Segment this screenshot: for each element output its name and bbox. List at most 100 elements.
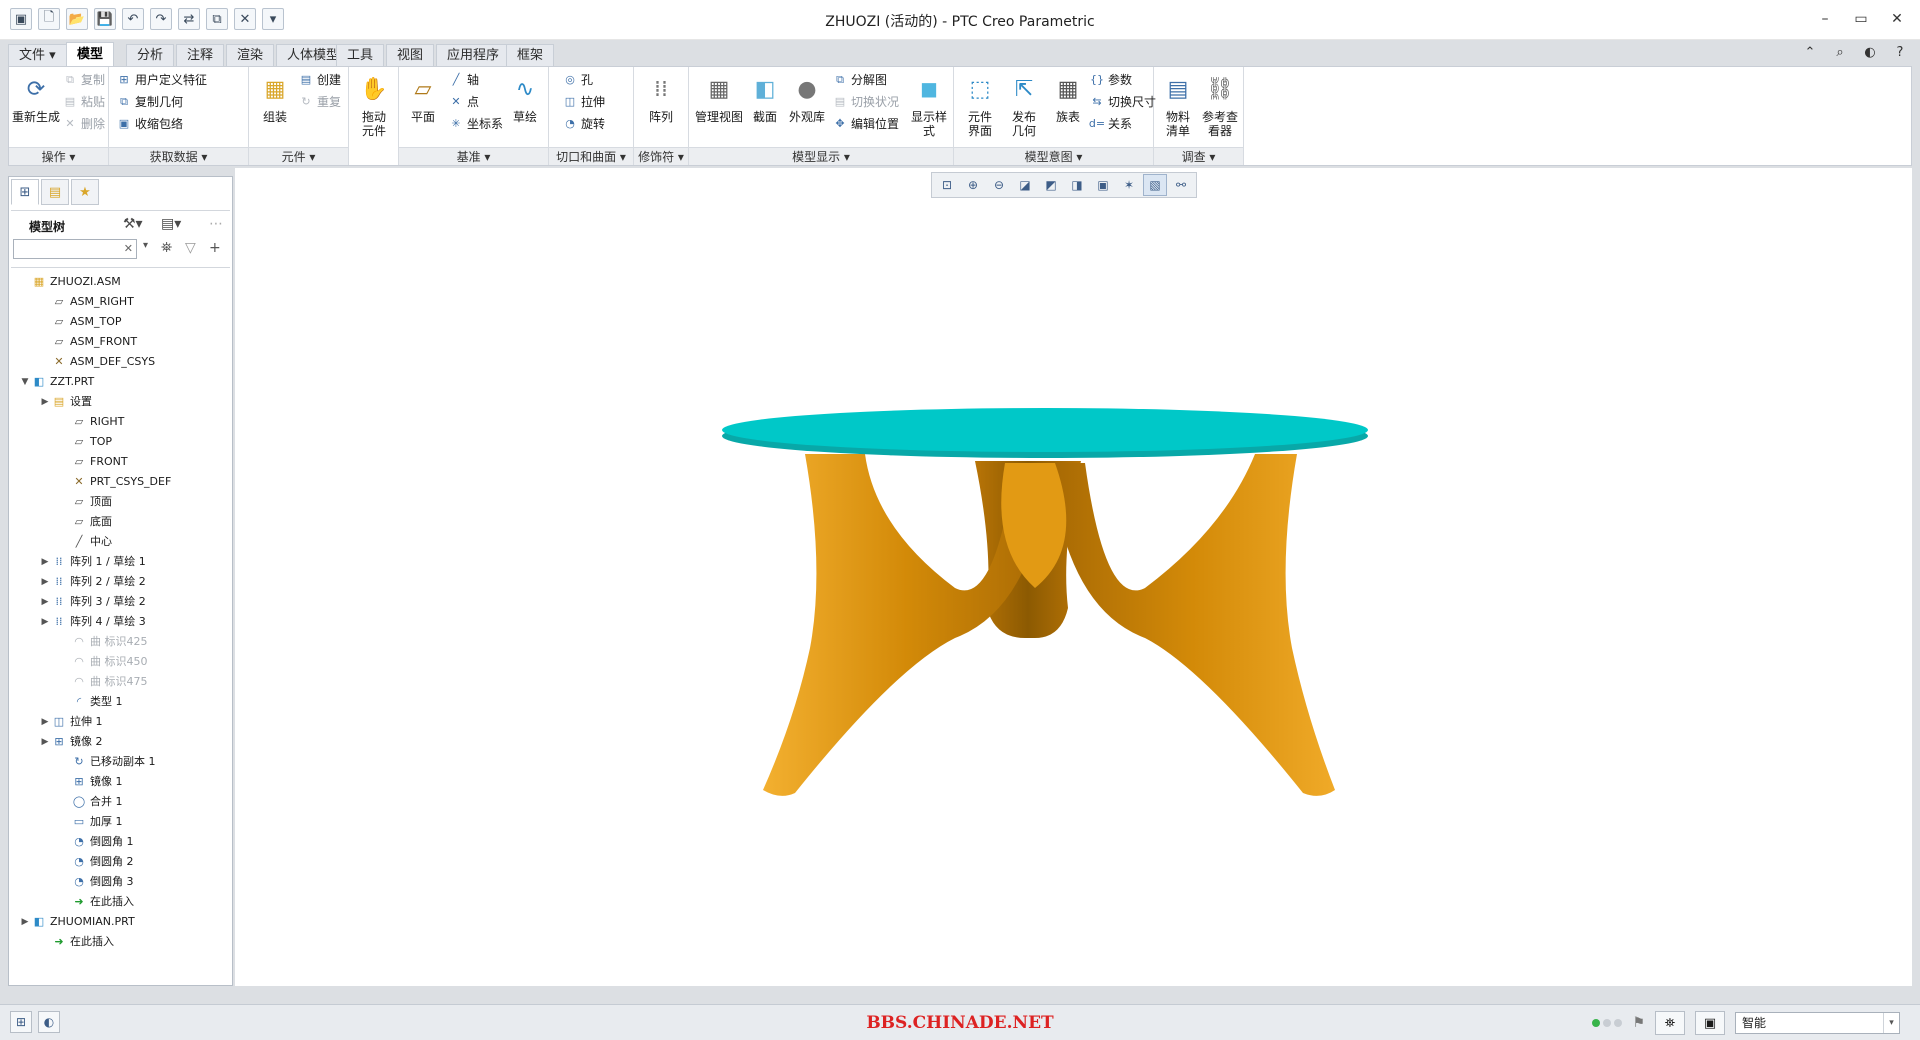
tree-item[interactable]: ◠ 曲 标识425 — [11, 632, 230, 652]
tree-item[interactable]: ▱ ASM_RIGHT — [11, 292, 230, 312]
switch-dims-button[interactable]: ⇆ 切换尺寸 — [1090, 93, 1156, 111]
tab-favorites[interactable]: ★ — [71, 179, 99, 205]
drag-component-button[interactable]: ✋ 拖动 元件 — [352, 73, 396, 139]
tree-item[interactable]: ➜ 在此插入 — [11, 932, 230, 952]
component-interface-button[interactable]: ⬚ 元件 界面 — [958, 73, 1002, 139]
tree-item[interactable]: ▱ 底面 — [11, 512, 230, 532]
tab-0[interactable]: 文件 ▾ — [8, 44, 67, 66]
tab-2[interactable]: 分析 — [126, 44, 175, 66]
hole-button[interactable]: ◎ 孔 — [563, 71, 593, 89]
tree-item[interactable]: ▱ FRONT — [11, 452, 230, 472]
tree-item[interactable]: ◜ 类型 1 — [11, 692, 230, 712]
copy-geometry-button[interactable]: ⧉ 复制几何 — [117, 93, 183, 111]
shrinkwrap-button[interactable]: ▣ 收缩包络 — [117, 115, 183, 133]
expand-toggle-icon[interactable]: ▼ — [19, 372, 31, 392]
group-label-datum[interactable]: 基准 ▾ — [399, 147, 548, 165]
tab-model-tree[interactable]: ⊞ — [11, 179, 39, 205]
section-button[interactable]: ◧ 截面 — [745, 73, 785, 125]
expand-toggle-icon[interactable]: ▶ — [39, 592, 51, 612]
perspective-icon[interactable]: ▣ — [1091, 174, 1115, 196]
tree-item[interactable]: ▭ 加厚 1 — [11, 812, 230, 832]
repaint-icon[interactable]: ◪ — [1013, 174, 1037, 196]
csys-button[interactable]: ✳ 坐标系 — [449, 115, 503, 133]
tree-item[interactable]: ◔ 倒圆角 2 — [11, 852, 230, 872]
group-label-operations[interactable]: 操作 ▾ — [9, 147, 108, 165]
reference-viewer-button[interactable]: ⛓ 参考查 看器 — [1198, 73, 1242, 139]
tree-item[interactable]: ▱ ASM_TOP — [11, 312, 230, 332]
delete-button[interactable]: ✕ 删除 — [63, 115, 105, 133]
tree-item[interactable]: ◔ 倒圆角 3 — [11, 872, 230, 892]
tree-item[interactable]: ▦ ZHUOZI.ASM — [11, 272, 230, 292]
explode-button[interactable]: ⧉ 分解图 — [833, 71, 887, 89]
extrude-button[interactable]: ◫ 拉伸 — [563, 93, 605, 111]
repeat-button[interactable]: ↻ 重复 — [299, 93, 341, 111]
expand-toggle-icon[interactable]: ▶ — [39, 732, 51, 752]
sketch-button[interactable]: ∿ 草绘 — [503, 73, 547, 125]
search-dropdown-icon[interactable]: ▾ — [143, 240, 148, 251]
maximize-button[interactable]: ▭ — [1848, 8, 1874, 30]
tab-1[interactable]: 模型 — [66, 42, 115, 66]
tab-8[interactable]: 应用程序 — [436, 44, 511, 66]
expand-toggle-icon[interactable]: ▶ — [39, 612, 51, 632]
tree-item[interactable]: ▶ ◧ ZHUOMIAN.PRT — [11, 912, 230, 932]
tree-settings-icon[interactable]: ⚒▾ — [123, 216, 143, 232]
paste-button[interactable]: ▤ 粘贴 — [63, 93, 105, 111]
tree-columns-icon[interactable]: ▤▾ — [161, 216, 181, 232]
tree-item[interactable]: ╱ 中心 — [11, 532, 230, 552]
tree-item[interactable]: ▱ TOP — [11, 432, 230, 452]
expand-toggle-icon[interactable]: ▶ — [39, 392, 51, 412]
bom-button[interactable]: ▤ 物料 清单 — [1156, 73, 1200, 139]
tree-filter-icon[interactable]: ⋯ — [209, 216, 223, 232]
help-icon[interactable]: ? — [1890, 42, 1910, 62]
tree-item[interactable]: ↻ 已移动副本 1 — [11, 752, 230, 772]
edit-position-button[interactable]: ✥ 编辑位置 — [833, 115, 899, 133]
tree-item[interactable]: ▶ ⁞⁞ 阵列 3 / 草绘 2 — [11, 592, 230, 612]
family-table-button[interactable]: ▦ 族表 — [1046, 73, 1090, 125]
expand-toggle-icon[interactable]: ▶ — [39, 712, 51, 732]
tab-9[interactable]: 框架 — [506, 44, 555, 66]
display-style-button[interactable]: ◼ 显示样 式 — [907, 73, 951, 139]
tab-7[interactable]: 视图 — [386, 44, 435, 66]
group-label-cut-surface[interactable]: 切口和曲面 ▾ — [549, 147, 633, 165]
minimize-button[interactable]: – — [1812, 8, 1838, 30]
saved-orientations-icon[interactable]: ◩ — [1039, 174, 1063, 196]
tab-4[interactable]: 渲染 — [226, 44, 275, 66]
tree-item[interactable]: ⊞ 镜像 1 — [11, 772, 230, 792]
group-label-model-display[interactable]: 模型显示 ▾ — [689, 147, 953, 165]
tree-item[interactable]: ◯ 合并 1 — [11, 792, 230, 812]
annotation-display-icon[interactable]: ▧ — [1143, 174, 1167, 196]
assemble-button[interactable]: ▦ 组装 — [253, 73, 297, 125]
group-label-investigate[interactable]: 调查 ▾ — [1154, 147, 1243, 165]
tree-item[interactable]: ◔ 倒圆角 1 — [11, 832, 230, 852]
parameters-button[interactable]: {} 参数 — [1090, 71, 1132, 89]
group-label-get-data[interactable]: 获取数据 ▾ — [109, 147, 248, 165]
toggle-status-button[interactable]: ▤ 切换状况 — [833, 93, 899, 111]
group-label-modifier[interactable]: 修饰符 ▾ — [634, 147, 688, 165]
copy-button[interactable]: ⧉ 复制 — [63, 71, 105, 89]
group-label-component[interactable]: 元件 ▾ — [249, 147, 348, 165]
spin-center-icon[interactable]: ⚯ — [1169, 174, 1193, 196]
udf-button[interactable]: ⊞ 用户定义特征 — [117, 71, 207, 89]
tree-item[interactable]: ▶ ⁞⁞ 阵列 1 / 草绘 1 — [11, 552, 230, 572]
tree-item[interactable]: ▱ 顶面 — [11, 492, 230, 512]
tree-item[interactable]: ▱ ASM_FRONT — [11, 332, 230, 352]
manage-views-button[interactable]: ▦ 管理视图 — [695, 73, 743, 125]
zoom-in-icon[interactable]: ⊕ — [961, 174, 985, 196]
selection-filter-select[interactable]: 智能 ▾ — [1735, 1012, 1900, 1034]
datum-display-icon[interactable]: ✶ — [1117, 174, 1141, 196]
display-style-icon[interactable]: ◨ — [1065, 174, 1089, 196]
create-button[interactable]: ▤ 创建 — [299, 71, 341, 89]
point-button[interactable]: ✕ 点 — [449, 93, 479, 111]
tree-item[interactable]: ▶ ⁞⁞ 阵列 2 / 草绘 2 — [11, 572, 230, 592]
relations-button[interactable]: d= 关系 — [1089, 115, 1132, 133]
flag-icon[interactable]: ⚑ — [1632, 1015, 1645, 1031]
tree-item[interactable]: ✕ PRT_CSYS_DEF — [11, 472, 230, 492]
expand-toggle-icon[interactable]: ▶ — [39, 572, 51, 592]
tree-item[interactable]: ✕ ASM_DEF_CSYS — [11, 352, 230, 372]
tab-6[interactable]: 工具 — [336, 44, 385, 66]
axis-button[interactable]: ╱ 轴 — [449, 71, 479, 89]
tree-item[interactable]: ▶ ▤ 设置 — [11, 392, 230, 412]
tree-item[interactable]: ▼ ◧ ZZT.PRT — [11, 372, 230, 392]
binoculars-icon[interactable]: ⛯ — [161, 240, 172, 256]
refit-icon[interactable]: ⊡ — [935, 174, 959, 196]
